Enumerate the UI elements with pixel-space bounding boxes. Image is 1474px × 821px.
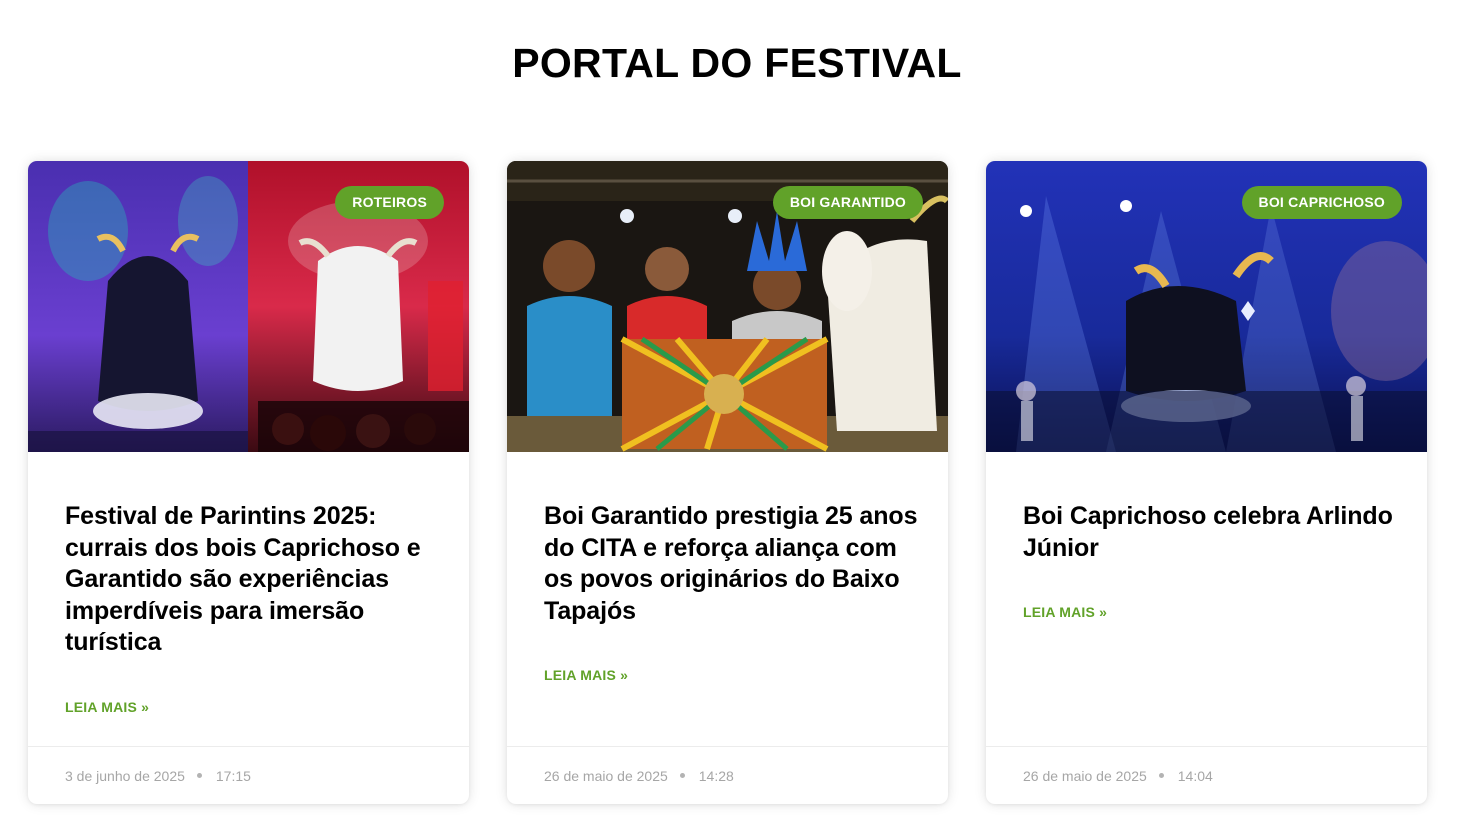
post-card: ROTEIROS Festival de Parintins 2025: cur… <box>28 161 469 804</box>
post-card-body: Festival de Parintins 2025: currais dos … <box>65 501 439 717</box>
category-badge[interactable]: BOI CAPRICHOSO <box>1241 186 1402 219</box>
post-card: BOI CAPRICHOSO Boi Caprichoso celebra Ar… <box>986 161 1427 804</box>
read-more-link[interactable]: LEIA MAIS » <box>544 667 628 683</box>
post-card-body: Boi Caprichoso celebra Arlindo Júnior LE… <box>1023 501 1397 622</box>
separator-dot-icon <box>1158 773 1164 778</box>
post-date: 26 de maio de 2025 <box>1023 767 1147 784</box>
read-more-link[interactable]: LEIA MAIS » <box>65 699 149 715</box>
post-meta: 26 de maio de 2025 14:04 <box>986 746 1427 804</box>
post-meta: 26 de maio de 2025 14:28 <box>507 746 948 804</box>
post-time: 14:28 <box>698 767 734 784</box>
separator-dot-icon <box>196 773 202 778</box>
post-card: BOI GARANTIDO Boi Garantido prestigia 25… <box>507 161 948 804</box>
section-title: PORTAL DO FESTIVAL <box>512 40 962 86</box>
post-date: 26 de maio de 2025 <box>544 767 668 784</box>
post-time: 14:04 <box>1177 767 1213 784</box>
post-title[interactable]: Boi Garantido prestigia 25 anos do CITA … <box>544 501 918 627</box>
separator-dot-icon <box>679 773 685 778</box>
category-badge[interactable]: ROTEIROS <box>335 186 444 219</box>
post-title[interactable]: Boi Caprichoso celebra Arlindo Júnior <box>1023 501 1397 564</box>
post-card-body: Boi Garantido prestigia 25 anos do CITA … <box>544 501 918 685</box>
post-time: 17:15 <box>215 767 251 784</box>
read-more-link[interactable]: LEIA MAIS » <box>1023 604 1107 620</box>
post-date: 3 de junho de 2025 <box>65 767 185 784</box>
post-meta: 3 de junho de 2025 17:15 <box>28 746 469 804</box>
category-badge[interactable]: BOI GARANTIDO <box>772 186 923 219</box>
post-title[interactable]: Festival de Parintins 2025: currais dos … <box>65 501 439 659</box>
